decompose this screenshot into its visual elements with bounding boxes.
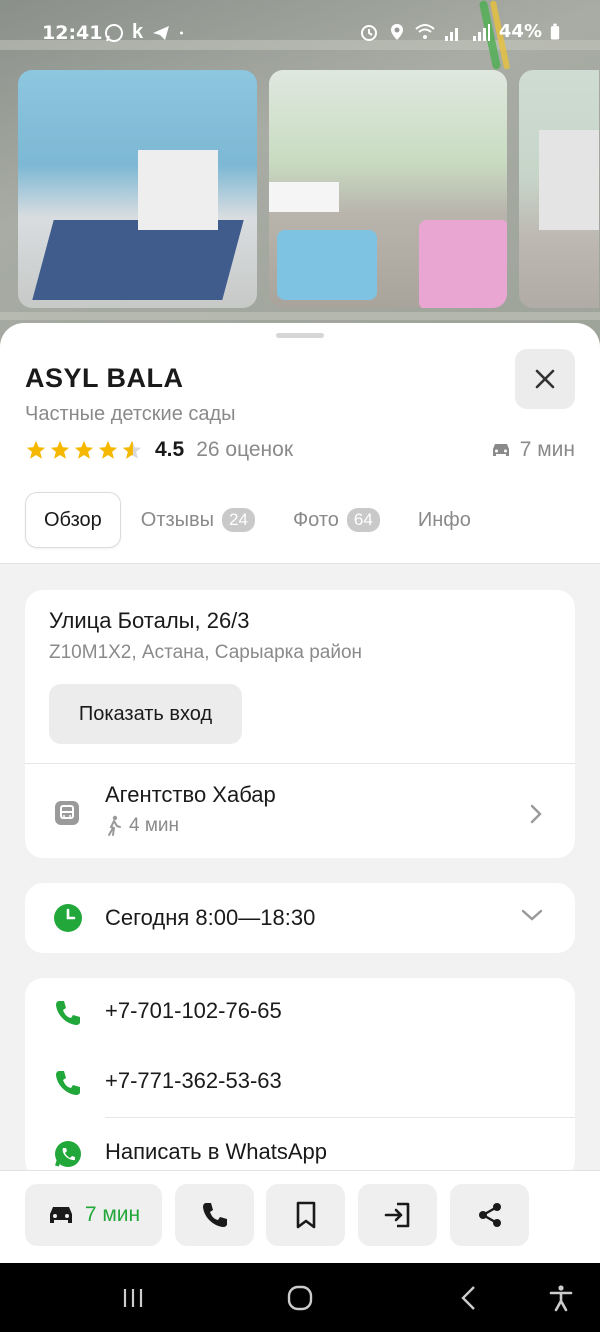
hours-card[interactable]: Сегодня 8:00—18:30	[25, 883, 575, 953]
place-photo-1[interactable]	[18, 70, 257, 308]
rating-row[interactable]: 4.5 26 оценок	[25, 438, 293, 462]
recent-apps-icon[interactable]	[118, 1283, 148, 1313]
share-icon	[478, 1203, 501, 1227]
rating-stars	[25, 439, 143, 461]
tab-overview[interactable]: Обзор	[25, 492, 121, 548]
route-button[interactable]: 7 мин	[25, 1184, 162, 1246]
location-icon	[390, 23, 403, 40]
place-photo-3[interactable]	[519, 70, 599, 308]
tab-photos[interactable]: Фото 64	[275, 493, 398, 547]
clock-icon	[54, 904, 82, 932]
place-photo-2[interactable]	[269, 70, 507, 308]
place-category: Частные детские сады	[25, 403, 236, 425]
whatsapp-icon	[55, 1141, 81, 1167]
bus-stop-icon	[55, 801, 79, 825]
photos-count-badge: 64	[346, 508, 380, 532]
address-details: Z10M1X2, Астана, Сарыарка район	[49, 642, 363, 663]
chevron-right-icon	[530, 804, 542, 824]
close-button[interactable]	[515, 349, 575, 409]
tab-reviews-label: Отзывы	[140, 508, 215, 531]
signal-icon	[444, 27, 458, 41]
whatsapp-link: Написать в WhatsApp	[105, 1139, 328, 1164]
drive-eta-text: 7 мин	[519, 438, 575, 461]
show-entrance-button[interactable]: Показать вход	[49, 684, 242, 744]
phone-icon	[202, 1203, 227, 1227]
tab-reviews[interactable]: Отзывы 24	[123, 493, 273, 547]
whatsapp-icon	[105, 23, 123, 42]
place-title: ASYL BALA	[25, 363, 184, 393]
system-nav-bar	[0, 1263, 600, 1332]
accessibility-icon[interactable]	[546, 1283, 576, 1313]
entrance-button[interactable]	[358, 1184, 437, 1246]
street-address[interactable]: Улица Боталы, 26/3	[49, 608, 250, 634]
login-icon	[384, 1202, 409, 1228]
reviews-count-badge: 24	[222, 508, 255, 532]
transit-stop-name: Агентство Хабар	[105, 782, 276, 807]
route-eta: 7 мин	[84, 1203, 141, 1226]
drive-eta[interactable]: 7 мин	[490, 438, 575, 462]
drag-handle[interactable]	[276, 333, 324, 338]
phone-icon	[56, 1071, 80, 1095]
close-icon	[535, 369, 555, 389]
notification-dot-icon	[180, 31, 184, 34]
car-icon	[49, 1207, 72, 1223]
k-app-icon: k	[132, 21, 144, 43]
rating-count[interactable]: 26 оценок	[196, 438, 293, 462]
phone-row-1[interactable]: +7-701-102-76-65	[25, 978, 575, 1048]
tab-overview-label: Обзор	[44, 508, 102, 531]
star-icon	[26, 440, 46, 459]
place-header: ASYL BALA Частные детские сады 4.5 26 оц…	[0, 323, 600, 564]
status-time: 12:41	[42, 22, 103, 44]
action-bar: 7 мин	[0, 1170, 600, 1264]
alarm-icon	[360, 24, 377, 41]
tab-info[interactable]: Инфо	[400, 493, 489, 547]
phone-number-1: +7-701-102-76-65	[105, 998, 282, 1023]
tab-bar: Обзор Отзывы 24 Фото 64 Инфо	[25, 492, 491, 548]
phone-number-2: +7-771-362-53-63	[105, 1068, 282, 1093]
walking-icon	[108, 815, 121, 836]
battery-percent: 44%	[498, 21, 542, 42]
share-button[interactable]	[450, 1184, 529, 1246]
photo-carousel[interactable]	[18, 70, 599, 308]
phone-icon	[56, 1001, 80, 1025]
divider	[25, 763, 575, 764]
bookmark-button[interactable]	[266, 1184, 345, 1246]
tab-info-label: Инфо	[417, 508, 471, 531]
star-icon	[50, 440, 70, 459]
call-button[interactable]	[175, 1184, 254, 1246]
telegram-icon	[153, 25, 170, 40]
star-icon	[74, 440, 94, 459]
wifi-icon	[415, 23, 435, 39]
car-icon	[492, 444, 509, 456]
bookmark-icon	[296, 1201, 315, 1229]
star-icon	[98, 440, 118, 459]
rating-value: 4.5	[155, 438, 185, 461]
tab-photos-label: Фото	[292, 508, 339, 531]
chevron-down-icon	[521, 909, 543, 921]
status-bar: 12:41 k 44%	[0, 0, 600, 64]
half-star-icon	[122, 440, 142, 459]
opening-hours: Сегодня 8:00—18:30	[105, 905, 316, 930]
address-card: Улица Боталы, 26/3 Z10M1X2, Астана, Сары…	[25, 590, 575, 858]
walk-time: 4 мин	[105, 815, 179, 837]
walk-time-text: 4 мин	[129, 815, 180, 836]
back-icon[interactable]	[455, 1283, 485, 1313]
battery-icon	[550, 23, 560, 39]
signal-icon-2	[472, 23, 490, 41]
phone-row-2[interactable]: +7-771-362-53-63	[25, 1048, 575, 1118]
contacts-card: +7-701-102-76-65 +7-771-362-53-63 Написа…	[25, 978, 575, 1178]
divider	[105, 1117, 575, 1118]
home-icon[interactable]	[285, 1283, 315, 1313]
